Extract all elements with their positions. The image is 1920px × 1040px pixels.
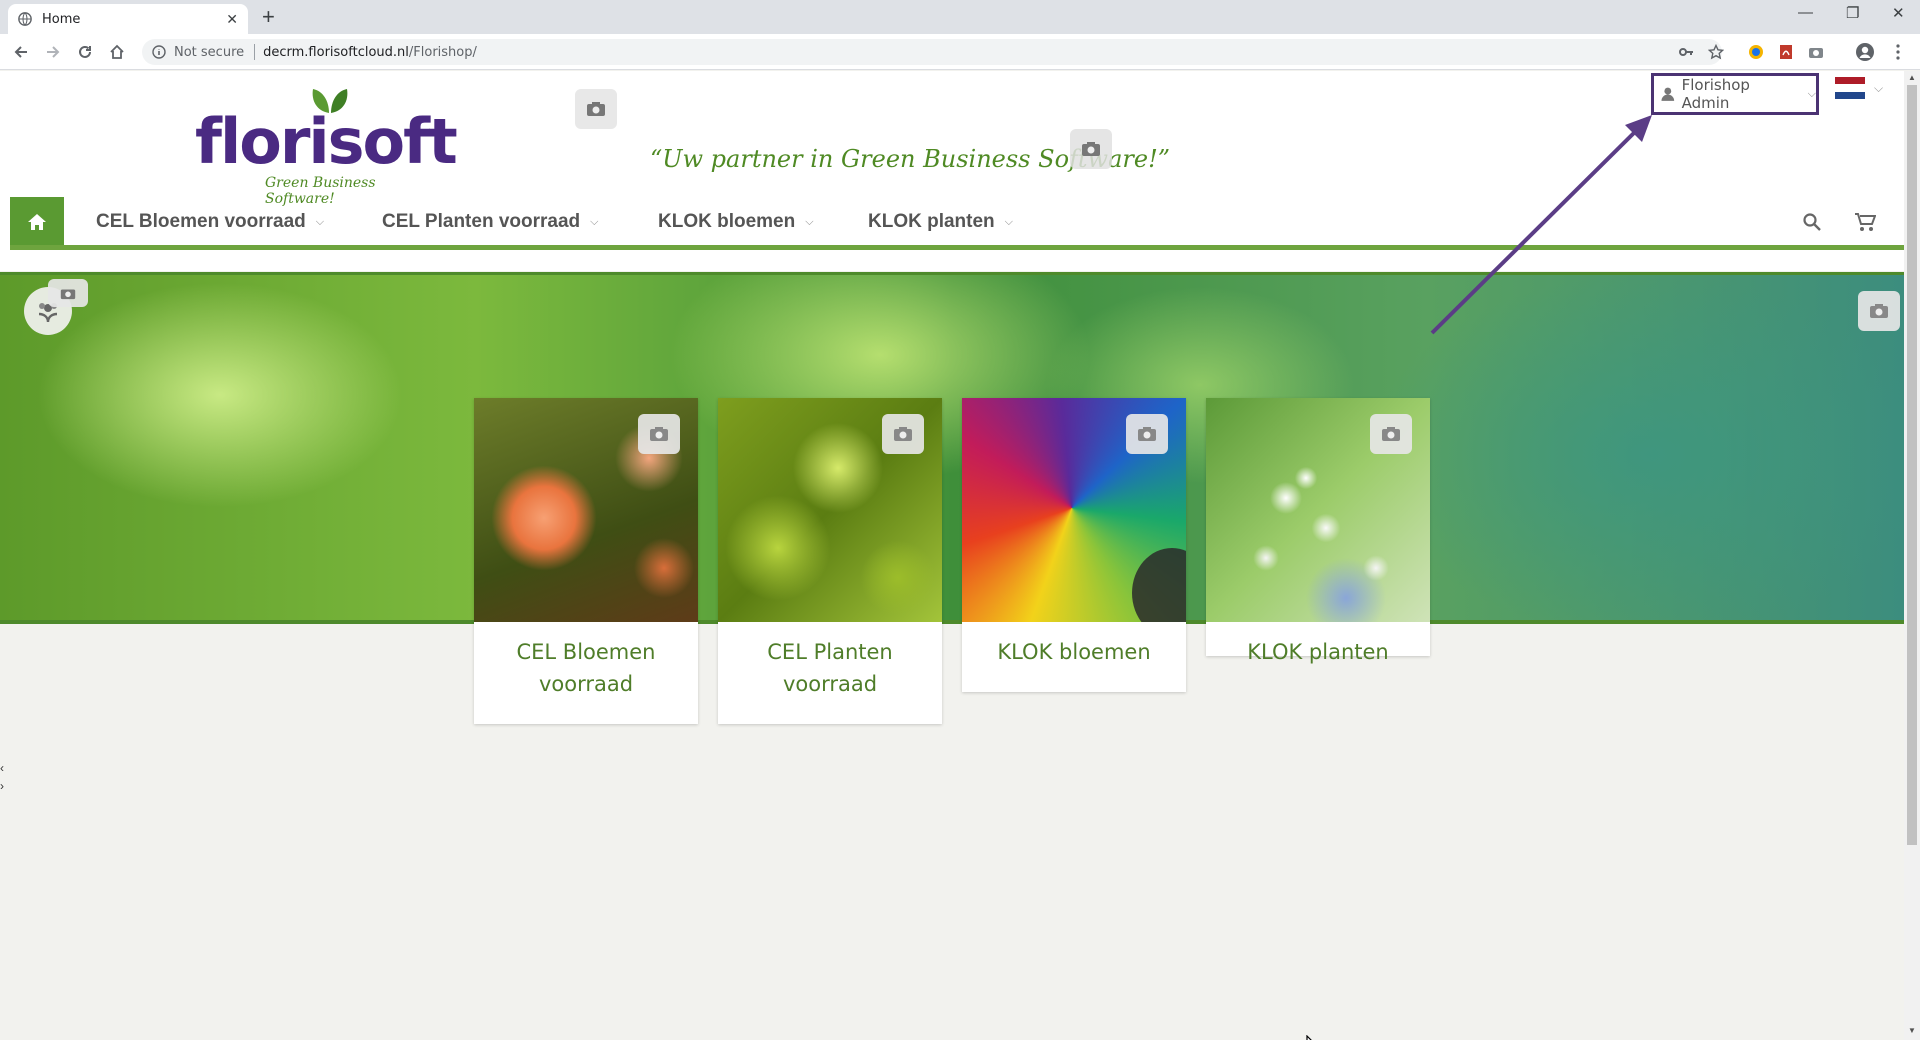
nav-cel-planten[interactable]: CEL Planten voorraad ⌵ bbox=[382, 211, 599, 233]
back-icon[interactable] bbox=[10, 41, 32, 63]
browser-tab-home[interactable]: Home ✕ bbox=[8, 4, 248, 34]
lily-of-the-valley-image bbox=[1206, 398, 1430, 622]
annotation-arrow bbox=[1430, 115, 1652, 335]
green-plant-image bbox=[718, 398, 942, 622]
nav-label: CEL Bloemen voorraad bbox=[96, 211, 306, 232]
address-separator bbox=[254, 44, 256, 60]
tab-close-icon[interactable]: ✕ bbox=[226, 11, 238, 28]
minimize-icon[interactable]: — bbox=[1798, 4, 1813, 21]
chevron-down-icon: ⌵ bbox=[1807, 87, 1816, 100]
card-camera-icon[interactable] bbox=[882, 414, 924, 454]
category-card-cel-bloemen[interactable]: CEL Bloemen voorraad bbox=[474, 398, 698, 724]
globe-icon bbox=[18, 12, 32, 26]
card-label: CEL Planten voorraad bbox=[767, 640, 893, 696]
window-close-icon[interactable]: ✕ bbox=[1892, 4, 1905, 22]
chevron-down-icon: ⌵ bbox=[1004, 215, 1014, 228]
pdf-extension-icon[interactable] bbox=[1776, 42, 1796, 62]
browser-menu-icon[interactable] bbox=[1888, 42, 1908, 62]
info-icon[interactable] bbox=[152, 45, 166, 59]
card-camera-icon[interactable] bbox=[1370, 414, 1412, 454]
address-host: decrm.florisoftcloud.nl bbox=[263, 44, 409, 60]
home-icon bbox=[28, 214, 46, 230]
banner-right-camera-icon[interactable] bbox=[1858, 291, 1900, 331]
address-bar[interactable]: Not secure decrm.florisoftcloud.nl /Flor… bbox=[142, 39, 1722, 65]
nav-cel-bloemen[interactable]: CEL Bloemen voorraad ⌵ bbox=[96, 211, 324, 233]
browser-toolbar: Not secure decrm.florisoftcloud.nl /Flor… bbox=[0, 34, 1920, 70]
nav-label: KLOK bloemen bbox=[658, 211, 796, 232]
florisoft-logo[interactable]: florisoft Green Business Software! bbox=[195, 85, 458, 207]
dutch-flag-icon[interactable] bbox=[1835, 77, 1865, 99]
banner-camera-icon[interactable] bbox=[48, 279, 88, 307]
cart-icon[interactable] bbox=[1852, 209, 1878, 235]
camera-extension-icon[interactable] bbox=[1806, 42, 1826, 62]
chevron-down-icon: ⌵ bbox=[315, 215, 325, 228]
slogan-camera-icon[interactable] bbox=[1070, 129, 1112, 169]
logo-wordmark: florisoft bbox=[195, 105, 458, 178]
nav-klok-planten[interactable]: KLOK planten ⌵ bbox=[868, 211, 1013, 233]
orange-roses-image bbox=[474, 398, 698, 622]
scrollbar-thumb[interactable] bbox=[1907, 85, 1917, 845]
nav-klok-bloemen[interactable]: KLOK bloemen ⌵ bbox=[658, 211, 814, 233]
chevron-right-icon[interactable]: › bbox=[0, 777, 4, 795]
card-camera-icon[interactable] bbox=[638, 414, 680, 454]
nav-label: CEL Planten voorraad bbox=[382, 211, 581, 232]
home-button[interactable] bbox=[10, 197, 64, 247]
rose-shadow bbox=[1132, 548, 1186, 622]
side-carousel-arrows[interactable]: ‹ › bbox=[0, 759, 4, 795]
chevron-down-icon: ⌵ bbox=[805, 215, 814, 228]
card-camera-icon[interactable] bbox=[1126, 414, 1168, 454]
user-name: Florishop Admin bbox=[1681, 76, 1750, 112]
user-icon bbox=[1661, 87, 1675, 101]
restore-icon[interactable]: ❐ bbox=[1846, 4, 1859, 22]
chevron-down-icon: ⌵ bbox=[590, 215, 599, 228]
nav-label: KLOK planten bbox=[868, 211, 995, 232]
scroll-down-icon[interactable]: ▼ bbox=[1908, 1026, 1916, 1035]
search-icon[interactable] bbox=[1799, 209, 1825, 235]
scroll-up-icon[interactable]: ▲ bbox=[1908, 73, 1916, 82]
user-account-button[interactable]: Florishop Admin ⌵ bbox=[1651, 73, 1819, 115]
reload-icon[interactable] bbox=[74, 41, 96, 63]
browser-tabstrip: Home ✕ + — ❐ ✕ bbox=[0, 0, 1920, 34]
language-chevron-icon[interactable]: ⌵ bbox=[1874, 81, 1883, 96]
extension-shield-icon[interactable] bbox=[1746, 42, 1766, 62]
category-card-cel-planten[interactable]: CEL Planten voorraad bbox=[718, 398, 942, 724]
category-card-klok-planten[interactable]: KLOK planten bbox=[1206, 398, 1430, 664]
page-viewport: florisoft Green Business Software! “Uw p… bbox=[0, 71, 1904, 1040]
camera-icon[interactable] bbox=[575, 89, 617, 129]
profile-icon[interactable] bbox=[1855, 42, 1875, 62]
address-path: /Florishop/ bbox=[408, 44, 477, 60]
tab-title: Home bbox=[42, 11, 81, 27]
mouse-cursor-icon bbox=[1306, 1035, 1312, 1040]
page-scrollbar[interactable]: ▲ ▼ bbox=[1904, 71, 1920, 1040]
home-browser-icon[interactable] bbox=[106, 41, 128, 63]
category-card-klok-bloemen[interactable]: KLOK bloemen bbox=[962, 398, 1186, 692]
card-label: CEL Bloemen voorraad bbox=[516, 640, 656, 696]
new-tab-icon[interactable]: + bbox=[262, 6, 275, 28]
star-icon[interactable] bbox=[1706, 42, 1726, 62]
rainbow-rose-image bbox=[962, 398, 1186, 622]
forward-icon[interactable] bbox=[42, 41, 64, 63]
card-label: KLOK bloemen bbox=[997, 640, 1151, 664]
chevron-left-icon[interactable]: ‹ bbox=[0, 759, 4, 777]
key-icon[interactable] bbox=[1676, 42, 1696, 62]
card-label: KLOK planten bbox=[1247, 640, 1389, 664]
not-secure-label: Not secure bbox=[174, 44, 245, 60]
